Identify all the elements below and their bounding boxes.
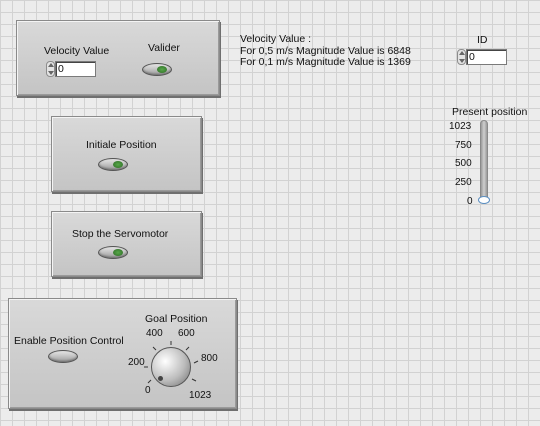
id-label: ID [477, 34, 488, 46]
goal-position-knob[interactable] [151, 347, 191, 387]
initial-position-button[interactable] [98, 158, 128, 171]
present-position-tick: 500 [455, 158, 472, 169]
info-line-3: For 0,1 m/s Magnitude Value is 1369 [240, 56, 411, 68]
goal-position-label: Goal Position [145, 313, 208, 325]
led-indicator [157, 66, 167, 73]
initial-position-label: Initiale Position [86, 139, 157, 151]
position-control-panel: Enable Position Control Goal Position 40… [8, 298, 237, 409]
present-position-slider-thumb[interactable] [478, 196, 490, 204]
decrement-arrow-icon[interactable] [459, 59, 465, 63]
enable-position-control-label: Enable Position Control [14, 335, 124, 347]
id-spinner[interactable] [457, 49, 466, 65]
led-indicator [113, 249, 123, 256]
initial-position-panel: Initiale Position [51, 116, 202, 192]
present-position-tick: 250 [455, 177, 472, 188]
stop-servomotor-label: Stop the Servomotor [72, 228, 169, 240]
increment-arrow-icon[interactable] [48, 63, 54, 67]
present-position-tick: 1023 [449, 121, 472, 132]
id-input[interactable]: 0 [466, 49, 507, 65]
info-line-1: Velocity Value : [240, 33, 312, 45]
velocity-panel: Velocity Value 0 Valider [16, 20, 220, 96]
present-position-slider-track [480, 120, 488, 204]
stop-servomotor-button[interactable] [98, 246, 128, 259]
knob-tick-label: 800 [201, 353, 218, 364]
velocity-value-input[interactable]: 0 [55, 61, 96, 77]
valider-label: Valider [148, 42, 180, 54]
velocity-value-label: Velocity Value [44, 45, 110, 57]
enable-position-control-button[interactable] [48, 350, 78, 363]
valider-button[interactable] [142, 63, 172, 76]
led-indicator [113, 161, 123, 168]
decrement-arrow-icon[interactable] [48, 71, 54, 75]
velocity-spinner[interactable] [46, 61, 55, 77]
increment-arrow-icon[interactable] [459, 51, 465, 55]
present-position-tick: 0 [467, 196, 473, 207]
present-position-tick: 750 [455, 140, 472, 151]
present-position-label: Present position [452, 106, 528, 118]
knob-indicator [158, 376, 163, 381]
stop-servomotor-panel: Stop the Servomotor [51, 211, 202, 277]
velocity-info-text: Velocity Value : For 0,5 m/s Magnitude V… [240, 33, 411, 69]
